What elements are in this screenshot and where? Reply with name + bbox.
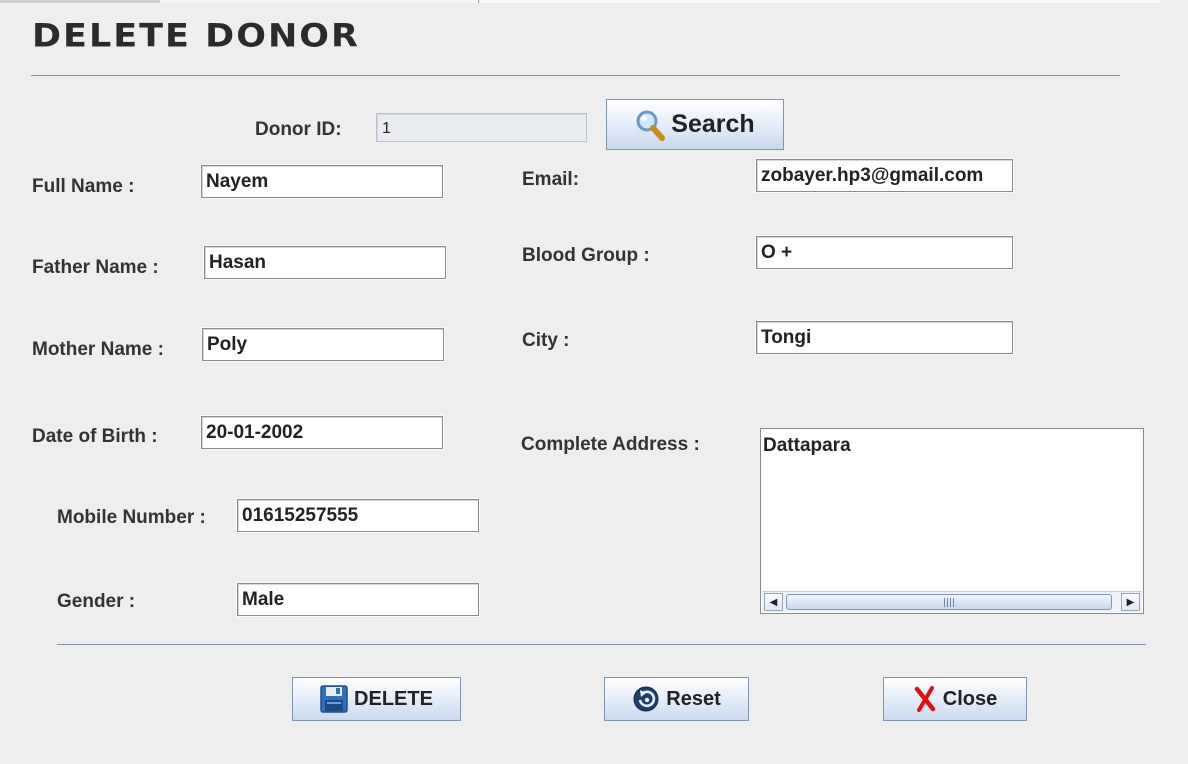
magnifier-icon: [635, 109, 666, 141]
close-button-label: Close: [942, 687, 998, 710]
delete-button[interactable]: DELETE: [292, 677, 461, 721]
search-button[interactable]: Search: [606, 99, 784, 150]
donor-id-label: Donor ID:: [255, 119, 342, 140]
grip-icon: [944, 597, 954, 607]
scroll-left-button[interactable]: ◀: [764, 593, 783, 611]
arrow-right-icon: ▶: [1126, 596, 1135, 608]
reset-button-label: Reset: [666, 687, 721, 710]
gender-field[interactable]: Male: [236, 582, 480, 617]
blood-group-label: Blood Group :: [522, 245, 650, 266]
blood-group-field[interactable]: O +: [755, 235, 1014, 270]
date-of-birth-field[interactable]: 20-01-2002: [200, 415, 444, 450]
city-field[interactable]: Tongi: [755, 320, 1014, 355]
complete-address-text: Dattapara: [763, 435, 851, 456]
reset-button[interactable]: Reset: [604, 677, 749, 721]
mobile-number-label: Mobile Number :: [57, 507, 206, 528]
mobile-number-field[interactable]: 01615257555: [236, 498, 480, 533]
mother-name-label: Mother Name :: [32, 339, 164, 360]
scroll-thumb[interactable]: [786, 594, 1112, 610]
full-name-field[interactable]: Nayem: [200, 164, 444, 199]
page-title: DELETE DONOR: [32, 18, 360, 55]
father-name-field[interactable]: Hasan: [203, 245, 447, 280]
address-horizontal-scrollbar[interactable]: ◀ ▶: [762, 591, 1142, 612]
scroll-right-button[interactable]: ▶: [1121, 593, 1140, 611]
complete-address-label: Complete Address :: [521, 434, 700, 455]
donor-id-field[interactable]: 1: [376, 113, 587, 142]
email-label: Email:: [522, 169, 580, 190]
gender-label: Gender :: [57, 591, 136, 612]
date-of-birth-label: Date of Birth :: [32, 426, 158, 447]
email-field[interactable]: zobayer.hp3@gmail.com: [755, 158, 1014, 193]
delete-button-label: DELETE: [354, 687, 433, 710]
full-name-label: Full Name :: [32, 176, 135, 197]
bottom-separator: [57, 644, 1146, 645]
reset-icon: [632, 685, 660, 713]
floppy-disk-icon: [320, 685, 348, 713]
close-button[interactable]: Close: [883, 677, 1027, 721]
father-name-label: Father Name :: [32, 257, 159, 278]
city-label: City :: [522, 330, 570, 351]
red-x-icon: [913, 686, 937, 712]
complete-address-textarea[interactable]: Dattapara ◀ ▶: [760, 428, 1144, 614]
search-button-label: Search: [671, 110, 755, 138]
title-separator: [31, 75, 1120, 76]
arrow-left-icon: ◀: [769, 596, 778, 608]
window-top-strip: [0, 0, 1188, 3]
mother-name-field[interactable]: Poly: [201, 327, 445, 362]
